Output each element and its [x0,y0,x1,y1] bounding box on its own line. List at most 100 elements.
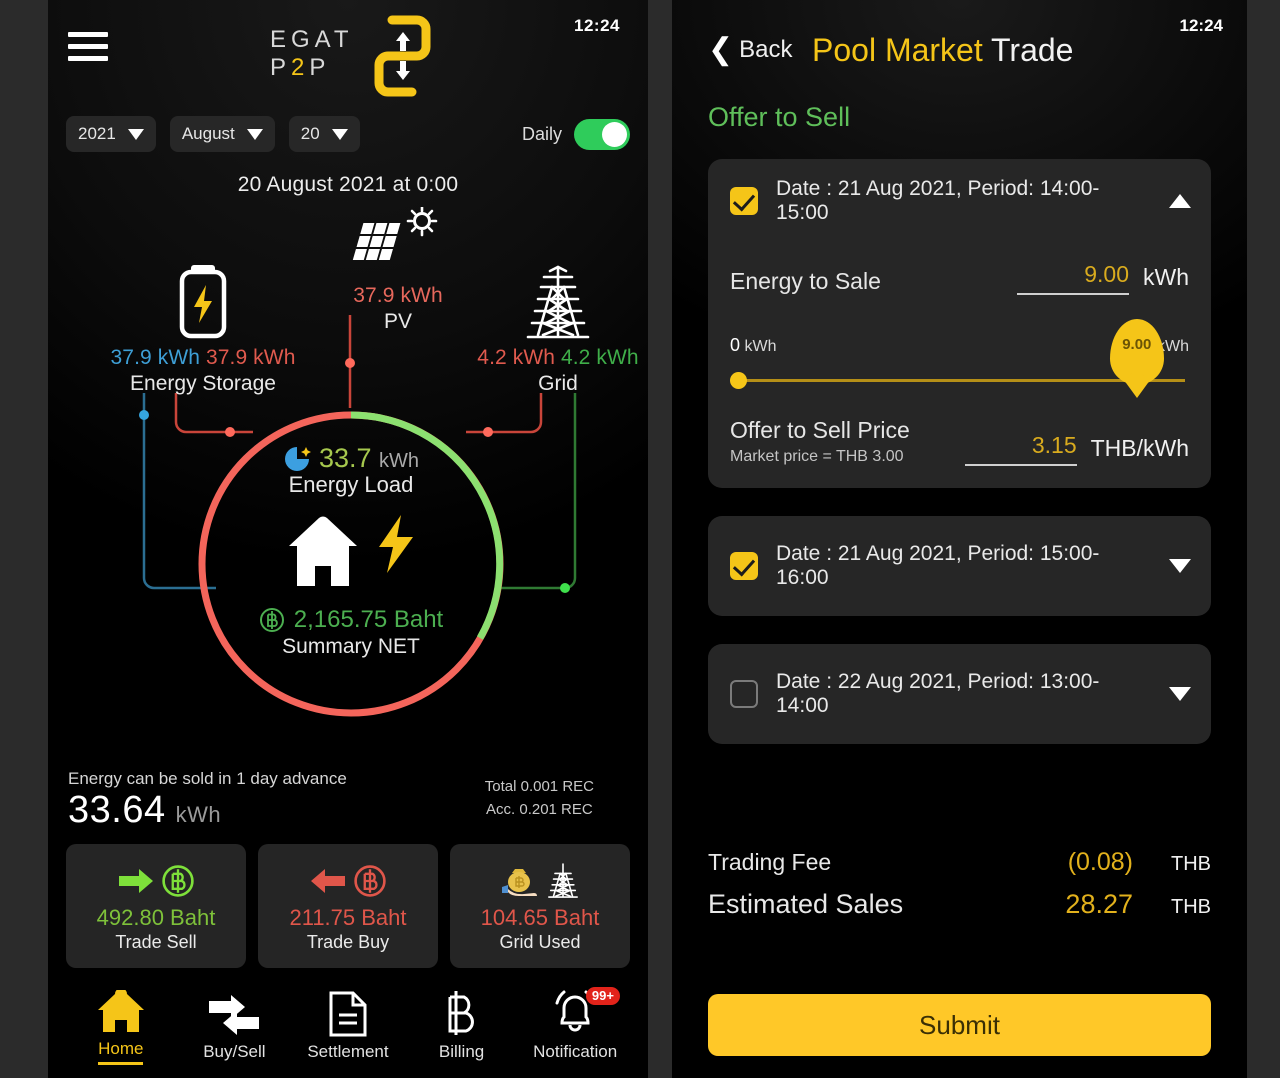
grid-used-icons [500,859,580,903]
energy-storage-node: 37.9 kWh 37.9 kWh Energy Storage [78,265,328,396]
offer-card-2-header[interactable]: Date : 21 Aug 2021, Period: 15:00-16:00 [708,516,1211,616]
offer-card-1-header[interactable]: Date : 21 Aug 2021, Period: 14:00-15:00 [708,159,1211,243]
estimated-sales-row: Estimated Sales 28.27 THB [708,883,1211,926]
logo-text: EGAT P2P [270,26,360,82]
offer-checkbox-3[interactable] [730,680,758,708]
offer-price-label: Offer to Sell Price [730,417,910,443]
battery-icon [179,265,227,339]
baht-coin-icon [162,865,194,897]
chevron-down-icon[interactable] [1169,559,1191,573]
summary-net-label: Summary NET [282,635,420,658]
transmission-tower-icon [548,863,578,898]
chevron-left-icon: ❮ [708,33,734,66]
offer-card-3-header[interactable]: Date : 22 Aug 2021, Period: 13:00-14:00 [708,644,1211,744]
dashboard-screen: EGAT P2P 12:24 2021 August 20 Daily 20 A… [48,0,648,1078]
energy-storage-values: 37.9 kWh 37.9 kWh [78,346,328,370]
grid-value-in: 4.2 kWh [477,346,556,369]
baht-coin-icon [259,608,284,632]
dashboard-header: EGAT P2P 12:24 [48,0,648,108]
day-dropdown[interactable]: 20 [288,116,360,152]
toggle-knob [602,121,627,147]
nav-item-notification[interactable]: 99+ Notification [518,986,632,1062]
rec-summary: Total 0.001 REC Acc. 0.201 REC [485,775,594,821]
status-time-left: 12:24 [574,16,620,35]
energy-storage-value-in: 37.9 kWh [110,346,201,369]
daily-toggle[interactable] [574,118,630,150]
baht-coin-icon [354,865,386,897]
bottom-navigation: Home Buy/Sell Settlement Billing 99+ Not… [48,970,648,1078]
grid-label: Grid [538,372,578,395]
period-selectors: 2021 August 20 Daily [48,108,648,160]
grid-used-amount: 104.65 Baht [480,905,600,930]
month-value: August [181,124,235,143]
energy-to-sale-input[interactable]: 9.00 [1017,261,1129,295]
menu-icon[interactable] [68,32,108,64]
offer-checkbox-1[interactable] [730,187,758,215]
year-dropdown[interactable]: 2021 [66,116,156,152]
lightning-bolt-icon [379,515,413,573]
energy-load-label: Energy Load [288,472,414,497]
offer-card-2: Date : 21 Aug 2021, Period: 15:00-16:00 [708,516,1211,616]
trade-sell-card[interactable]: 492.80 Baht Trade Sell [66,844,246,968]
chevron-down-icon[interactable] [1169,687,1191,701]
submit-button[interactable]: Submit [708,994,1211,1056]
energy-to-sale-row: Energy to Sale 9.00 kWh [708,261,1211,295]
energy-slider[interactable]: 0 kWh 10 kWh 9.00 [730,319,1189,399]
slider-track[interactable] [734,379,1185,382]
slider-thumb[interactable] [1127,372,1145,389]
trade-buy-card[interactable]: 211.75 Baht Trade Buy [258,844,438,968]
day-value: 20 [300,124,320,143]
logo-line-egat: EGAT [270,26,354,53]
selected-date-label: 20 August 2021 at 0:00 [237,173,459,196]
offer-title-2: Date : 21 Aug 2021, Period: 15:00-16:00 [776,542,1100,589]
nav-item-settlement[interactable]: Settlement [291,987,405,1062]
energy-pie-icon [284,446,311,471]
ring-content: 33.7 kWh Energy Load 2,165.75 Baht Summa… [196,409,506,719]
estimated-sales-currency: THB [1171,896,1211,918]
arrow-right-icon [119,869,153,893]
pool-market-trade-screen: 12:24 ❮ Back Pool Market Trade Offer to … [672,0,1247,1078]
grid-node: 4.2 kWh 4.2 kWh Grid [438,265,648,396]
slider-value-text: 9.00 [1122,336,1152,353]
document-icon [328,987,368,1037]
trade-sell-caption: Trade Sell [115,932,197,952]
status-time-right: 12:24 [1179,16,1223,35]
rec-total: Total 0.001 REC [484,778,594,795]
energy-storage-value-out: 37.9 kWh [205,346,296,369]
offer-price-field-group: 3.15 THB/kWh [964,432,1189,466]
offer-title-3: Date : 22 Aug 2021, Period: 13:00-14:00 [776,670,1100,717]
nav-item-billing[interactable]: Billing [405,987,519,1062]
trade-buy-amount: 211.75 Baht [289,905,407,930]
nav-item-home[interactable]: Home [64,984,178,1065]
trade-buy-icons [309,859,387,903]
offer-price-unit: THB/kWh [1090,435,1189,461]
section-title-offer-to-sell: Offer to Sell [708,102,851,132]
energy-storage-label: Energy Storage [130,372,276,395]
rec-accumulated: Acc. 0.201 REC [486,801,593,818]
nav-label-buy-sell: Buy/Sell [203,1041,266,1061]
offer-card-1: Date : 21 Aug 2021, Period: 14:00-15:00 … [708,159,1211,488]
back-button[interactable]: ❮ Back [708,33,793,66]
estimated-sales-label: Estimated Sales [708,889,904,919]
offer-price-input[interactable]: 3.15 [964,432,1077,466]
trading-fee-value: (0.08) [1067,848,1133,876]
nav-label-settlement: Settlement [307,1041,389,1061]
chevron-up-icon[interactable] [1169,194,1191,208]
offer-checkbox-2[interactable] [730,552,758,580]
energy-load-value: 33.7 kWh [318,443,420,473]
trade-buy-caption: Trade Buy [306,932,390,952]
slider-start-dot [730,372,747,389]
screenshot-root: EGAT P2P 12:24 2021 August 20 Daily 20 A… [0,0,1280,1078]
energy-to-sale-unit: kWh [1143,264,1189,290]
chevron-down-icon [127,128,144,140]
page-title-rest: Trade [982,32,1074,68]
summary-net-value: 2,165.75 Baht [293,606,444,633]
trade-sell-icons [117,859,195,903]
nav-label-home: Home [98,1039,144,1065]
page-title: Pool Market Trade [812,32,1073,69]
month-dropdown[interactable]: August [169,116,275,152]
daily-label: Daily [521,123,562,144]
nav-item-buy-sell[interactable]: Buy/Sell [178,987,292,1062]
grid-used-card[interactable]: 104.65 Baht Grid Used [450,844,630,968]
nav-label-notification: Notification [533,1041,618,1061]
